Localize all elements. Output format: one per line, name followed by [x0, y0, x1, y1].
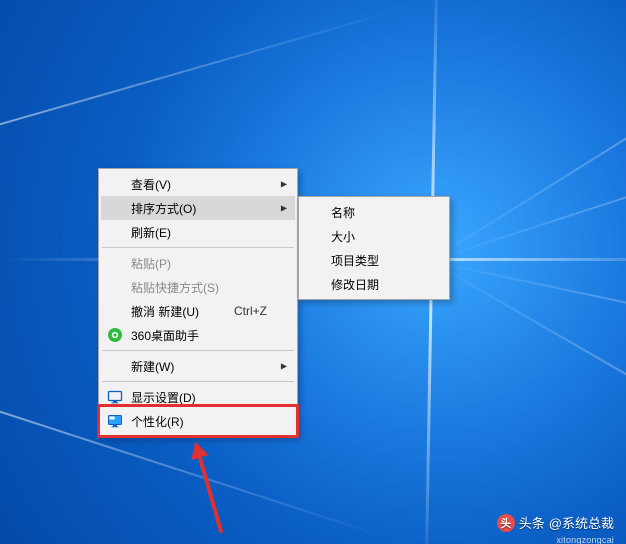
menu-item-label: 名称	[331, 204, 355, 221]
watermark: 头 头条 @系统总裁	[497, 513, 614, 532]
sort-submenu-item[interactable]: 大小	[301, 224, 447, 248]
360-icon	[107, 327, 123, 343]
menu-item-label: 刷新(E)	[131, 224, 171, 241]
menu-item-shortcut: Ctrl+Z	[234, 304, 267, 318]
desktop-context-menu: 查看(V) 排序方式(O) 刷新(E) 粘贴(P) 粘贴快捷方式(S) 撤消 新建(U) C…	[98, 168, 298, 437]
menu-separator	[102, 350, 294, 351]
context-menu-item[interactable]: 刷新(E)	[101, 220, 295, 244]
context-menu-item[interactable]: 排序方式(O)	[101, 196, 295, 220]
menu-item-label: 个性化(R)	[131, 413, 184, 430]
watermark-prefix: 头条	[519, 513, 545, 532]
context-menu-item: 粘贴快捷方式(S)	[101, 275, 295, 299]
sort-submenu-item[interactable]: 名称	[301, 200, 447, 224]
wallpaper-ray	[430, 260, 626, 544]
menu-item-label: 粘贴快捷方式(S)	[131, 279, 219, 296]
wallpaper-ray	[430, 260, 626, 449]
personalize-icon	[107, 413, 123, 429]
wallpaper-ray	[429, 0, 626, 262]
menu-separator	[102, 381, 294, 382]
context-menu-item[interactable]: 个性化(R)	[101, 409, 295, 433]
menu-item-label: 排序方式(O)	[131, 200, 196, 217]
menu-item-label: 大小	[331, 228, 355, 245]
menu-item-label: 项目类型	[331, 252, 379, 269]
watermark-account: @系统总裁	[549, 513, 614, 532]
annotation-arrow	[194, 443, 223, 533]
menu-separator	[102, 247, 294, 248]
windows-desktop[interactable]: 查看(V) 排序方式(O) 刷新(E) 粘贴(P) 粘贴快捷方式(S) 撤消 新建(U) C…	[0, 0, 626, 544]
watermark-pinyin: xitongzongcai	[556, 535, 614, 544]
wallpaper-ray	[430, 0, 626, 262]
menu-item-label: 显示设置(D)	[131, 389, 196, 406]
context-menu-item[interactable]: 360桌面助手	[101, 323, 295, 347]
context-menu-item: 粘贴(P)	[101, 251, 295, 275]
context-menu-item[interactable]: 新建(W)	[101, 354, 295, 378]
sort-submenu-item[interactable]: 修改日期	[301, 272, 447, 296]
sort-submenu-item[interactable]: 项目类型	[301, 248, 447, 272]
menu-item-label: 修改日期	[331, 276, 379, 293]
menu-item-label: 360桌面助手	[131, 327, 199, 344]
menu-item-label: 新建(W)	[131, 358, 174, 375]
context-menu-item[interactable]: 查看(V)	[101, 172, 295, 196]
menu-item-label: 撤消 新建(U)	[131, 303, 199, 320]
display-settings-icon	[107, 389, 123, 405]
sort-by-submenu: 名称大小项目类型修改日期	[298, 196, 450, 300]
menu-item-label: 查看(V)	[131, 176, 171, 193]
menu-item-label: 粘贴(P)	[131, 255, 171, 272]
context-menu-item[interactable]: 显示设置(D)	[101, 385, 295, 409]
watermark-logo-icon: 头	[497, 514, 515, 532]
context-menu-item[interactable]: 撤消 新建(U) Ctrl+Z	[101, 299, 295, 323]
